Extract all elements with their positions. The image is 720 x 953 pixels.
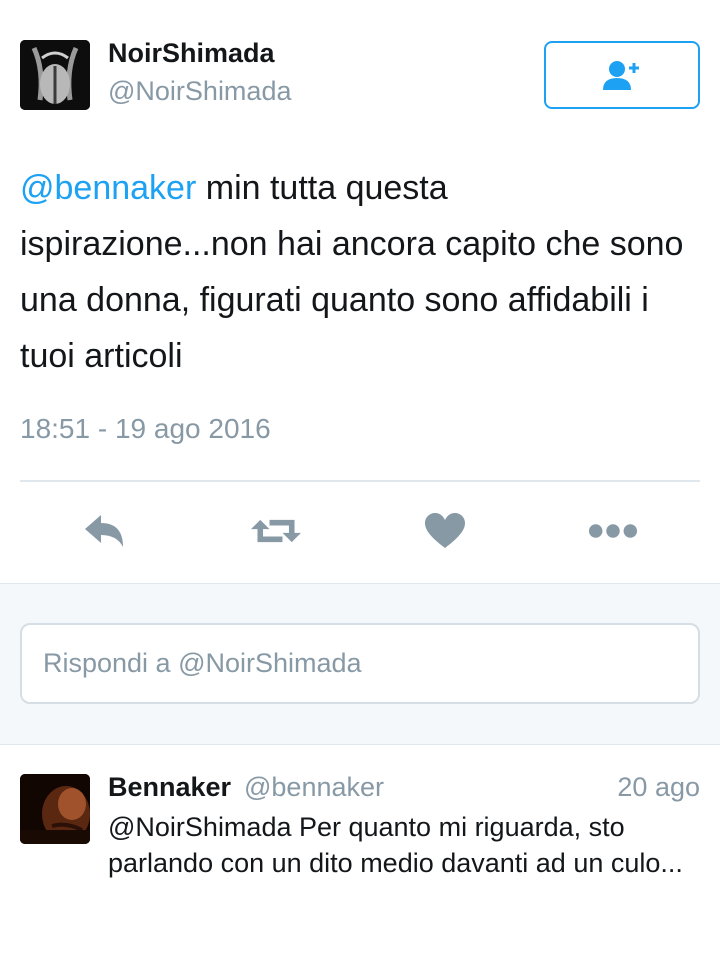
reply-author-handle[interactable]: @bennaker: [244, 772, 384, 803]
reply-author-name[interactable]: Bennaker: [108, 772, 231, 803]
author-name[interactable]: NoirShimada: [108, 38, 275, 69]
mention-link[interactable]: @bennaker: [20, 169, 196, 207]
add-user-icon: [603, 61, 639, 90]
heart-icon: [425, 513, 465, 548]
avatar-image: [20, 40, 90, 110]
reply-button[interactable]: [80, 506, 130, 556]
reply-compose-area: [0, 583, 720, 745]
reply-icon: [85, 515, 123, 547]
reply-input[interactable]: [20, 623, 700, 704]
reply-avatar[interactable]: [20, 774, 90, 844]
avatar[interactable]: [20, 40, 90, 110]
reply-avatar-image: [20, 774, 90, 844]
reply-text: @NoirShimada Per quanto mi riguarda, sto…: [108, 812, 683, 878]
more-button[interactable]: [588, 506, 638, 556]
reply-tweet[interactable]: Bennaker @bennaker 20 ago @NoirShimada P…: [0, 745, 720, 953]
like-button[interactable]: [420, 506, 470, 556]
author-handle[interactable]: @NoirShimada: [108, 76, 291, 107]
main-tweet: NoirShimada @NoirShimada @bennaker min t…: [0, 0, 720, 583]
tweet-timestamp[interactable]: 18:51 - 19 ago 2016: [20, 413, 271, 445]
more-icon: [588, 524, 638, 538]
reply-date[interactable]: 20 ago: [617, 772, 700, 803]
retweet-icon: [251, 519, 301, 543]
tweet-text: @bennaker min tutta questa ispirazione..…: [20, 160, 700, 384]
retweet-button[interactable]: [251, 506, 301, 556]
divider: [20, 480, 700, 482]
follow-button[interactable]: [544, 41, 700, 109]
